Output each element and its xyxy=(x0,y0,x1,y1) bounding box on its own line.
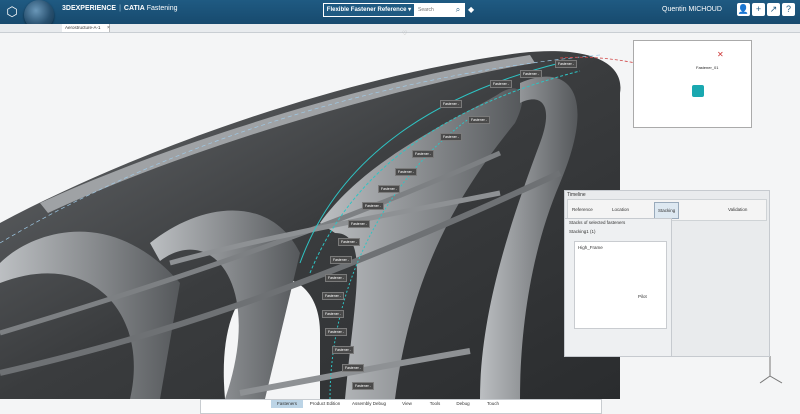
step-location[interactable]: Location xyxy=(612,202,629,217)
step-reference[interactable]: Reference xyxy=(572,202,593,217)
tab-tools[interactable]: Tools xyxy=(423,400,447,408)
user-icon[interactable]: 👤 xyxy=(737,3,750,16)
document-tab[interactable]: Aerostructure-A-1 xyxy=(62,24,110,32)
fastener-callout[interactable]: Fastener - xyxy=(362,202,384,210)
fastener-callout[interactable]: Fastener - xyxy=(520,70,542,78)
fastener-callout[interactable]: Fastener - xyxy=(348,220,370,228)
fastener-callout[interactable]: Fastener - xyxy=(338,238,360,246)
timeline-title: Timeline xyxy=(567,192,586,198)
preview-label: Fastener_01 xyxy=(696,65,719,70)
help-icon[interactable]: ? xyxy=(782,3,795,16)
share-icon[interactable]: ↗ xyxy=(767,3,780,16)
tab-fasteners[interactable]: Fasteners xyxy=(271,400,303,408)
user-name[interactable]: Quentin MICHOUD xyxy=(662,6,722,13)
fastener-callout[interactable]: Fastener - xyxy=(555,60,577,68)
ds-logo-icon[interactable]: ⬡ xyxy=(3,3,21,21)
brand-app: Fastening xyxy=(146,5,178,12)
fastener-callout[interactable]: Fastener - xyxy=(395,168,417,176)
fastener-callout[interactable]: Fastener - xyxy=(468,116,490,124)
preview-window: Fastener_01 ✕ xyxy=(633,40,752,128)
fastener-icon xyxy=(692,85,704,97)
fastener-callout[interactable]: Fastener - xyxy=(342,364,364,372)
close-icon[interactable]: ✕ xyxy=(717,50,727,60)
step-validation[interactable]: Validation xyxy=(728,202,747,217)
fastener-callout[interactable]: Fastener - xyxy=(325,328,347,336)
search-input[interactable] xyxy=(416,4,456,16)
stack-item-label[interactable]: High_Frame xyxy=(578,245,603,250)
stacks-panel: Stacks of selected fasteners Stacking1 (… xyxy=(564,218,672,357)
fastener-callout[interactable]: Fastener - xyxy=(330,256,352,264)
stacking-group-label[interactable]: Stacking1 (1) xyxy=(569,229,596,234)
stacks-title: Stacks of selected fasteners xyxy=(569,220,626,225)
fastener-callout[interactable]: Fastener - xyxy=(490,80,512,88)
tab-view[interactable]: View xyxy=(395,400,419,408)
fastener-callout[interactable]: Fastener - xyxy=(378,185,400,193)
search-bar: Flexible Fastener Reference ▾ ⌕ xyxy=(323,3,465,17)
top-bar: ⬡ 3DEXPERIENCE | CATIA Fastening Flexible … xyxy=(0,0,800,30)
fastener-callout[interactable]: Fastener - xyxy=(322,292,344,300)
step-stacking[interactable]: Stacking xyxy=(654,202,680,219)
fastener-callout[interactable]: Fastener - xyxy=(325,274,347,282)
brand-catia: CATIA xyxy=(123,5,145,12)
fastener-callout[interactable]: Fastener - xyxy=(332,346,354,354)
fastener-callout[interactable]: Fastener - xyxy=(440,100,462,108)
tab-touch[interactable]: Touch xyxy=(481,400,505,408)
tab-debug[interactable]: Debug xyxy=(451,400,475,408)
fastener-callout[interactable]: Fastener - xyxy=(322,310,344,318)
stack-list: High_Frame Pilot xyxy=(574,241,667,329)
axis-triad xyxy=(759,356,783,384)
fastener-callout[interactable]: Fastener - xyxy=(412,150,434,158)
app-brand: 3DEXPERIENCE | CATIA Fastening xyxy=(62,5,177,12)
plus-icon[interactable]: + xyxy=(752,3,765,16)
brand-separator: | xyxy=(119,5,121,12)
brand-3dexperience: 3DEXPERIENCE xyxy=(62,5,117,12)
pilot-label: Pilot xyxy=(638,294,647,299)
tab-product-edition[interactable]: Product Edition xyxy=(305,400,345,408)
fastener-callout[interactable]: Fastener - xyxy=(352,382,374,390)
close-icon[interactable]: × xyxy=(107,24,110,32)
fastener-callout[interactable]: Fastener - xyxy=(440,133,462,141)
tab-assembly-debug[interactable]: Assembly Debug xyxy=(347,400,391,408)
search-scope-select[interactable]: Flexible Fastener Reference ▾ xyxy=(324,4,414,16)
document-tabbar: Aerostructure-A-1 × xyxy=(0,24,800,33)
search-icon[interactable]: ⌕ xyxy=(453,5,463,15)
tag-icon[interactable]: ◆ xyxy=(468,5,478,15)
